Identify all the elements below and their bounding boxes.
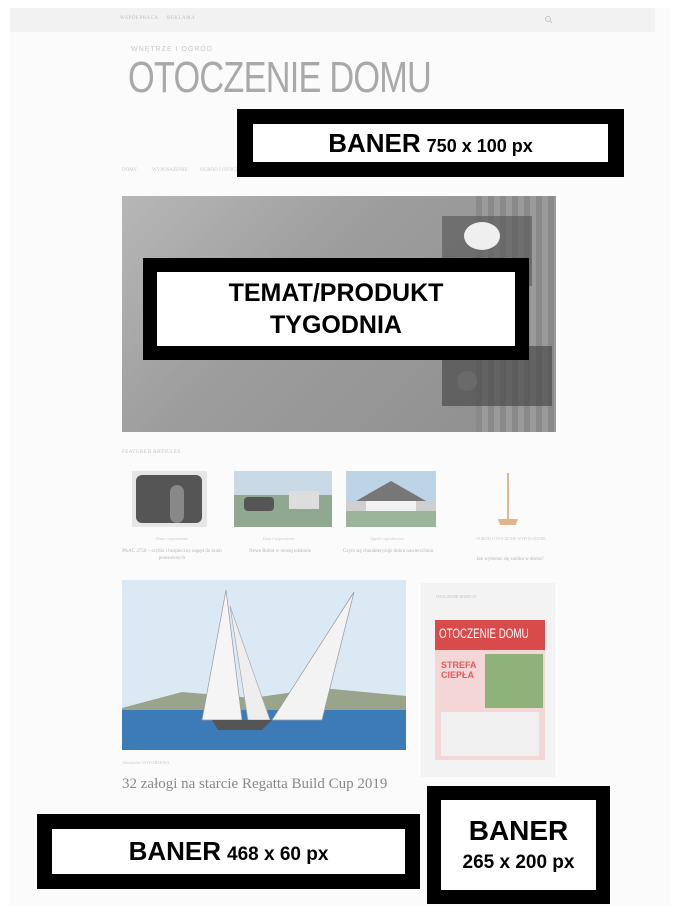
magazine-cover-line: STREFA CIEPŁA (441, 660, 477, 680)
banner-top-label: BANER 750 x 100 px (253, 124, 608, 162)
search-icon[interactable] (543, 14, 555, 26)
banner-bottom-left-frame: BANER 468 x 60 px (37, 814, 420, 889)
topbar-link-cooperation[interactable]: WSPÓŁPRACA (120, 16, 159, 21)
featured-category-3[interactable]: Ogród i ogrodnictwo (342, 536, 432, 541)
featured-title-2[interactable]: Nowe Robot w nowej odsłonie (230, 548, 330, 555)
magazine-title: OTOCZENIE DOMU (439, 625, 529, 641)
featured-thumb-4[interactable] (482, 471, 532, 527)
banner-word: BANER (328, 127, 421, 158)
featured-title: FEATURED ARTICLES (122, 450, 181, 455)
featured-thumb-2[interactable] (234, 471, 332, 527)
sidebar-title: OTOCZENIE DOMU #7 (436, 594, 477, 599)
featured-thumb-3[interactable] (346, 471, 436, 527)
banner-word: BANER (128, 836, 222, 866)
magazine-cover[interactable]: OTOCZENIE DOMU STREFA CIEPŁA (435, 620, 545, 760)
banner-bottom-right-frame: BANER 265 x 200 px (427, 786, 610, 904)
article-title[interactable]: 32 załogi na starcie Regatta Build Cup 2… (122, 776, 412, 793)
hero-label-frame: TEMAT/PRODUKT TYGODNIA (143, 258, 529, 360)
featured-category-4[interactable]: OGRÓD I OTOCZENIE WYPOSAŻENIE (466, 536, 556, 542)
hero-label-line2: TYGODNIA (270, 311, 402, 339)
top-bar: WSPÓŁPRACA REKLAMA (10, 8, 655, 32)
featured-title-3[interactable]: Czym się charakteryzuje dobra nawierzchn… (338, 548, 438, 555)
nav-item-equipment[interactable]: WYPOSAŻENIE (152, 168, 188, 173)
featured-category-2[interactable]: Dom i wyposażenie (234, 536, 324, 541)
featured-title-1[interactable]: PAAC 2750 – szybki i bezpieczny napęd do… (122, 548, 222, 562)
banner-size: 750 x 100 px (426, 135, 533, 156)
featured-thumb-1[interactable] (132, 471, 207, 527)
nav-item-homes[interactable]: DOMY (122, 168, 137, 173)
hero-label: TEMAT/PRODUKT TYGODNIA (157, 272, 515, 346)
topbar-link-advertising[interactable]: REKLAMA (167, 16, 195, 21)
banner-top-frame: BANER 750 x 100 px (237, 109, 624, 177)
hero-label-line1: TEMAT/PRODUKT (228, 279, 444, 307)
article-category[interactable]: Aktualności WYDARZENIA (122, 760, 169, 765)
banner-bottom-left-label: BANER 468 x 60 px (52, 829, 405, 874)
banner-word: BANER (468, 815, 569, 846)
featured-title-4[interactable]: Jak wybierać się zamku w domu? (460, 556, 560, 563)
article-image[interactable] (122, 580, 406, 750)
featured-category-1[interactable]: Dom i wyposażenie (127, 536, 217, 541)
banner-bottom-right-label: BANER 265 x 200 px (441, 800, 596, 890)
brand-logo[interactable]: OTOCZENIE DOMU (128, 52, 432, 104)
banner-size: 468 x 60 px (227, 843, 329, 865)
banner-size: 265 x 200 px (462, 852, 575, 873)
